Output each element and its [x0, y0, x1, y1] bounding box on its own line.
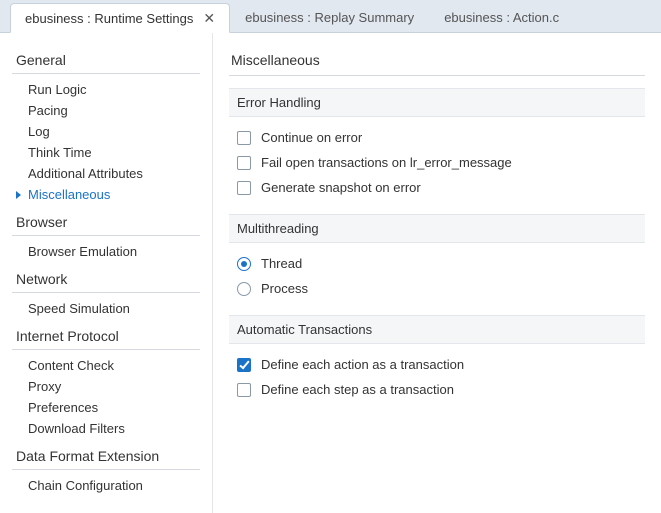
option-row[interactable]: Thread [237, 251, 645, 276]
checkbox[interactable] [237, 131, 251, 145]
checkbox[interactable] [237, 156, 251, 170]
section-header: Multithreading [229, 214, 645, 243]
checkbox[interactable] [237, 383, 251, 397]
sidebar-group: General Run LogicPacingLogThink TimeAddit… [0, 47, 212, 205]
sidebar-item[interactable]: Preferences [0, 397, 212, 418]
sidebar-item[interactable]: Chain Configuration [0, 475, 212, 496]
sidebar-group-header: Internet Protocol [12, 323, 200, 350]
tab-label: ebusiness : Action.c [444, 10, 559, 25]
checkbox[interactable] [237, 181, 251, 195]
page-title: Miscellaneous [229, 47, 645, 76]
option-label: Define each action as a transaction [261, 357, 464, 372]
sidebar-group: Browser Browser Emulation [0, 209, 212, 262]
option-row[interactable]: Continue on error [237, 125, 645, 150]
option-label: Continue on error [261, 130, 362, 145]
option-label: Generate snapshot on error [261, 180, 421, 195]
option-row[interactable]: Process [237, 276, 645, 301]
section-options: Define each action as a transaction Defin… [229, 352, 645, 416]
section-header: Error Handling [229, 88, 645, 117]
option-label: Process [261, 281, 308, 296]
section-options: Continue on error Fail open transactions … [229, 125, 645, 214]
sidebar-group-header: General [12, 47, 200, 74]
settings-sidebar: General Run LogicPacingLogThink TimeAddit… [0, 33, 213, 513]
sidebar-item[interactable]: Speed Simulation [0, 298, 212, 319]
option-row[interactable]: Generate snapshot on error [237, 175, 645, 200]
tab-2[interactable]: ebusiness : Action.c [429, 2, 574, 32]
tab-bar: ebusiness : Runtime Settings✕ebusiness :… [0, 0, 661, 33]
sidebar-group-header: Browser [12, 209, 200, 236]
sidebar-group-header: Data Format Extension [12, 443, 200, 470]
sidebar-item[interactable]: Content Check [0, 355, 212, 376]
sidebar-group: Data Format Extension Chain Configuration [0, 443, 212, 496]
radio-button[interactable] [237, 282, 251, 296]
radio-button[interactable] [237, 257, 251, 271]
option-label: Fail open transactions on lr_error_messa… [261, 155, 512, 170]
sidebar-item[interactable]: Think Time [0, 142, 212, 163]
section-options: Thread Process [229, 251, 645, 315]
sidebar-item[interactable]: Run Logic [0, 79, 212, 100]
checkbox[interactable] [237, 358, 251, 372]
option-row[interactable]: Define each step as a transaction [237, 377, 645, 402]
option-label: Define each step as a transaction [261, 382, 454, 397]
tab-label: ebusiness : Replay Summary [245, 10, 414, 25]
sidebar-item[interactable]: Log [0, 121, 212, 142]
close-icon[interactable]: ✕ [203, 11, 215, 25]
sidebar-item[interactable]: Miscellaneous [0, 184, 212, 205]
sidebar-group: Internet Protocol Content CheckProxyPrefe… [0, 323, 212, 439]
option-label: Thread [261, 256, 302, 271]
option-row[interactable]: Fail open transactions on lr_error_messa… [237, 150, 645, 175]
section-header: Automatic Transactions [229, 315, 645, 344]
option-row[interactable]: Define each action as a transaction [237, 352, 645, 377]
sidebar-item[interactable]: Pacing [0, 100, 212, 121]
tab-label: ebusiness : Runtime Settings [25, 11, 193, 26]
sidebar-item[interactable]: Proxy [0, 376, 212, 397]
sidebar-group: Network Speed Simulation [0, 266, 212, 319]
settings-content: Miscellaneous Error Handling Continue on … [213, 33, 661, 513]
tab-1[interactable]: ebusiness : Replay Summary [230, 2, 429, 32]
sidebar-group-header: Network [12, 266, 200, 293]
tab-0[interactable]: ebusiness : Runtime Settings ✕ [10, 3, 230, 33]
sidebar-item[interactable]: Additional Attributes [0, 163, 212, 184]
sidebar-item[interactable]: Download Filters [0, 418, 212, 439]
sidebar-item[interactable]: Browser Emulation [0, 241, 212, 262]
main-area: General Run LogicPacingLogThink TimeAddit… [0, 33, 661, 513]
